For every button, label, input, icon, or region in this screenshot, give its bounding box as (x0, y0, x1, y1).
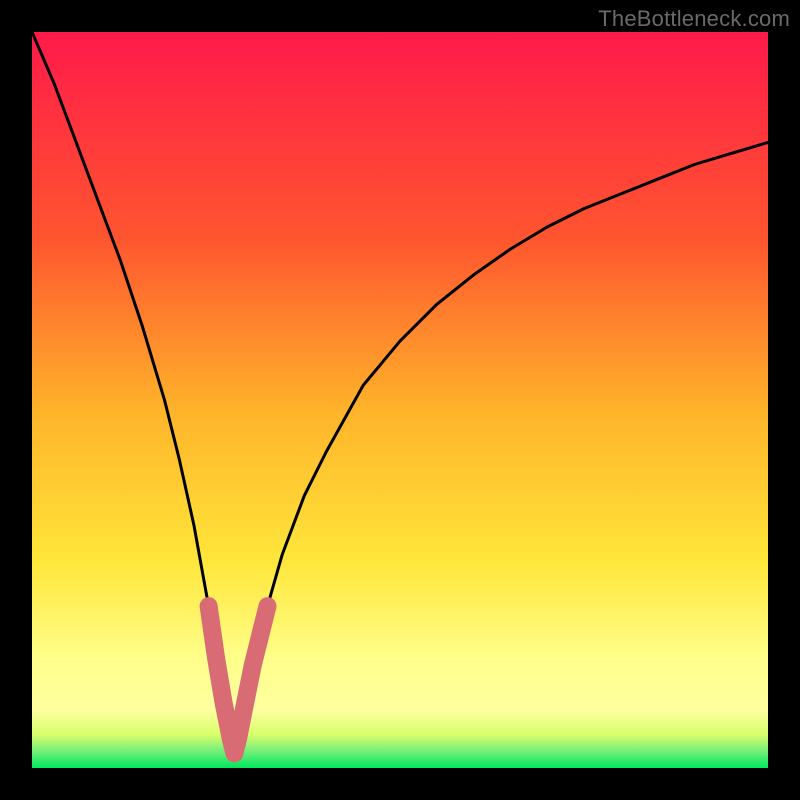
watermark-text: TheBottleneck.com (598, 6, 790, 32)
chart-frame (32, 32, 768, 768)
accent-path (209, 606, 268, 753)
accent-highlight (32, 32, 768, 768)
